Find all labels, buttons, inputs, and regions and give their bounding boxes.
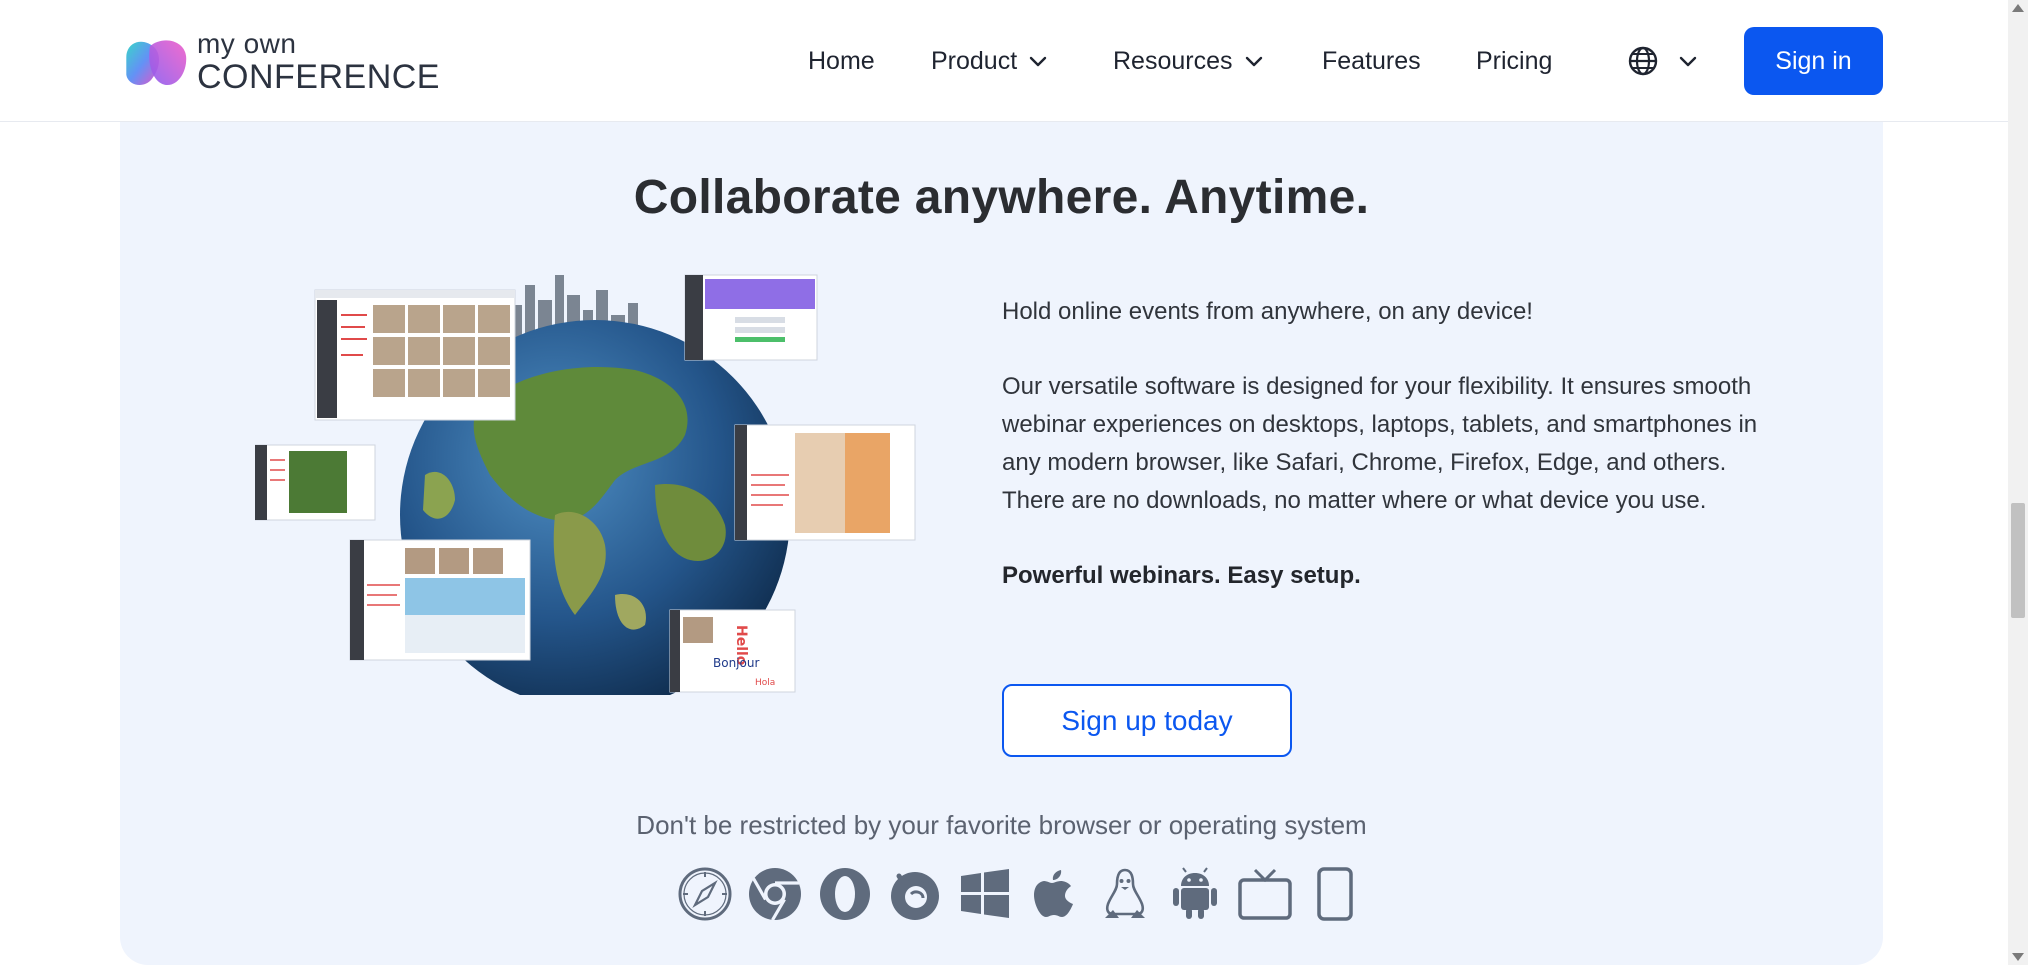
tv-icon — [1238, 868, 1292, 920]
nav-resources[interactable]: Resources — [1113, 38, 1265, 84]
linux-icon — [1105, 868, 1145, 918]
nav-product-label[interactable]: Product — [931, 47, 1017, 76]
nav-features[interactable]: Features — [1322, 38, 1421, 84]
bonjour-text: Bonjour — [713, 656, 759, 670]
app-window-5 — [349, 539, 531, 661]
app-window-1 — [314, 289, 516, 421]
nav-home-label[interactable]: Home — [808, 47, 875, 76]
chrome-icon — [749, 868, 801, 921]
platform-icons — [677, 866, 1363, 922]
intro-paragraph: Hold online events from anywhere, on any… — [1002, 298, 1533, 325]
sign-in-button[interactable]: Sign in — [1744, 27, 1883, 95]
page-scrollbar[interactable] — [2008, 0, 2028, 965]
app-window-2 — [684, 274, 818, 361]
opera-icon — [820, 868, 870, 920]
app-window-6: Hello Bonjour Hola — [669, 609, 796, 693]
mobile-icon — [1317, 867, 1353, 921]
chevron-down-icon[interactable] — [1243, 50, 1265, 72]
android-icon — [1173, 867, 1217, 919]
app-window-3 — [255, 444, 376, 521]
nav-pricing-label[interactable]: Pricing — [1476, 47, 1552, 76]
globe-icon[interactable] — [1627, 45, 1659, 77]
chevron-down-icon[interactable] — [1677, 50, 1699, 72]
nav-product[interactable]: Product — [931, 38, 1049, 84]
scroll-thumb[interactable] — [2011, 503, 2025, 618]
nav-pricing[interactable]: Pricing — [1476, 38, 1552, 84]
chevron-down-icon[interactable] — [1027, 50, 1049, 72]
sign-up-button[interactable]: Sign up today — [1002, 684, 1292, 757]
section-title: Collaborate anywhere. Anytime. — [633, 171, 1370, 224]
hola-text: Hola — [755, 678, 775, 688]
nav-home[interactable]: Home — [808, 38, 875, 84]
scroll-down-arrow-icon[interactable] — [2012, 953, 2024, 961]
windows-icon — [961, 869, 1009, 918]
logo-text-bottom: CONFERENCE — [196, 58, 440, 96]
tagline: Powerful webinars. Easy setup. — [1002, 562, 1361, 589]
description-paragraph: Our versatile software is designed for y… — [1002, 373, 1758, 514]
scroll-up-arrow-icon[interactable] — [2012, 4, 2024, 12]
site-header: my own CONFERENCE Home Product Resources… — [0, 0, 2008, 122]
logo-text-top: my own — [196, 28, 297, 59]
nav-resources-label[interactable]: Resources — [1113, 47, 1233, 76]
feature-text: Hold online events from anywhere, on any… — [1002, 293, 1772, 595]
apple-icon — [1034, 870, 1073, 917]
logo[interactable]: my own CONFERENCE — [120, 26, 440, 98]
app-window-4 — [734, 424, 916, 541]
globe-illustration: Hello Bonjour Hola — [255, 274, 916, 695]
platforms-caption: Don't be restricted by your favorite bro… — [636, 810, 1367, 840]
safari-icon — [678, 867, 732, 921]
logo-text: my own CONFERENCE — [196, 28, 440, 96]
logo-mark-icon — [126, 40, 187, 86]
firefox-icon — [891, 872, 939, 920]
nav-features-label[interactable]: Features — [1322, 47, 1421, 76]
language-selector[interactable] — [1627, 38, 1699, 84]
